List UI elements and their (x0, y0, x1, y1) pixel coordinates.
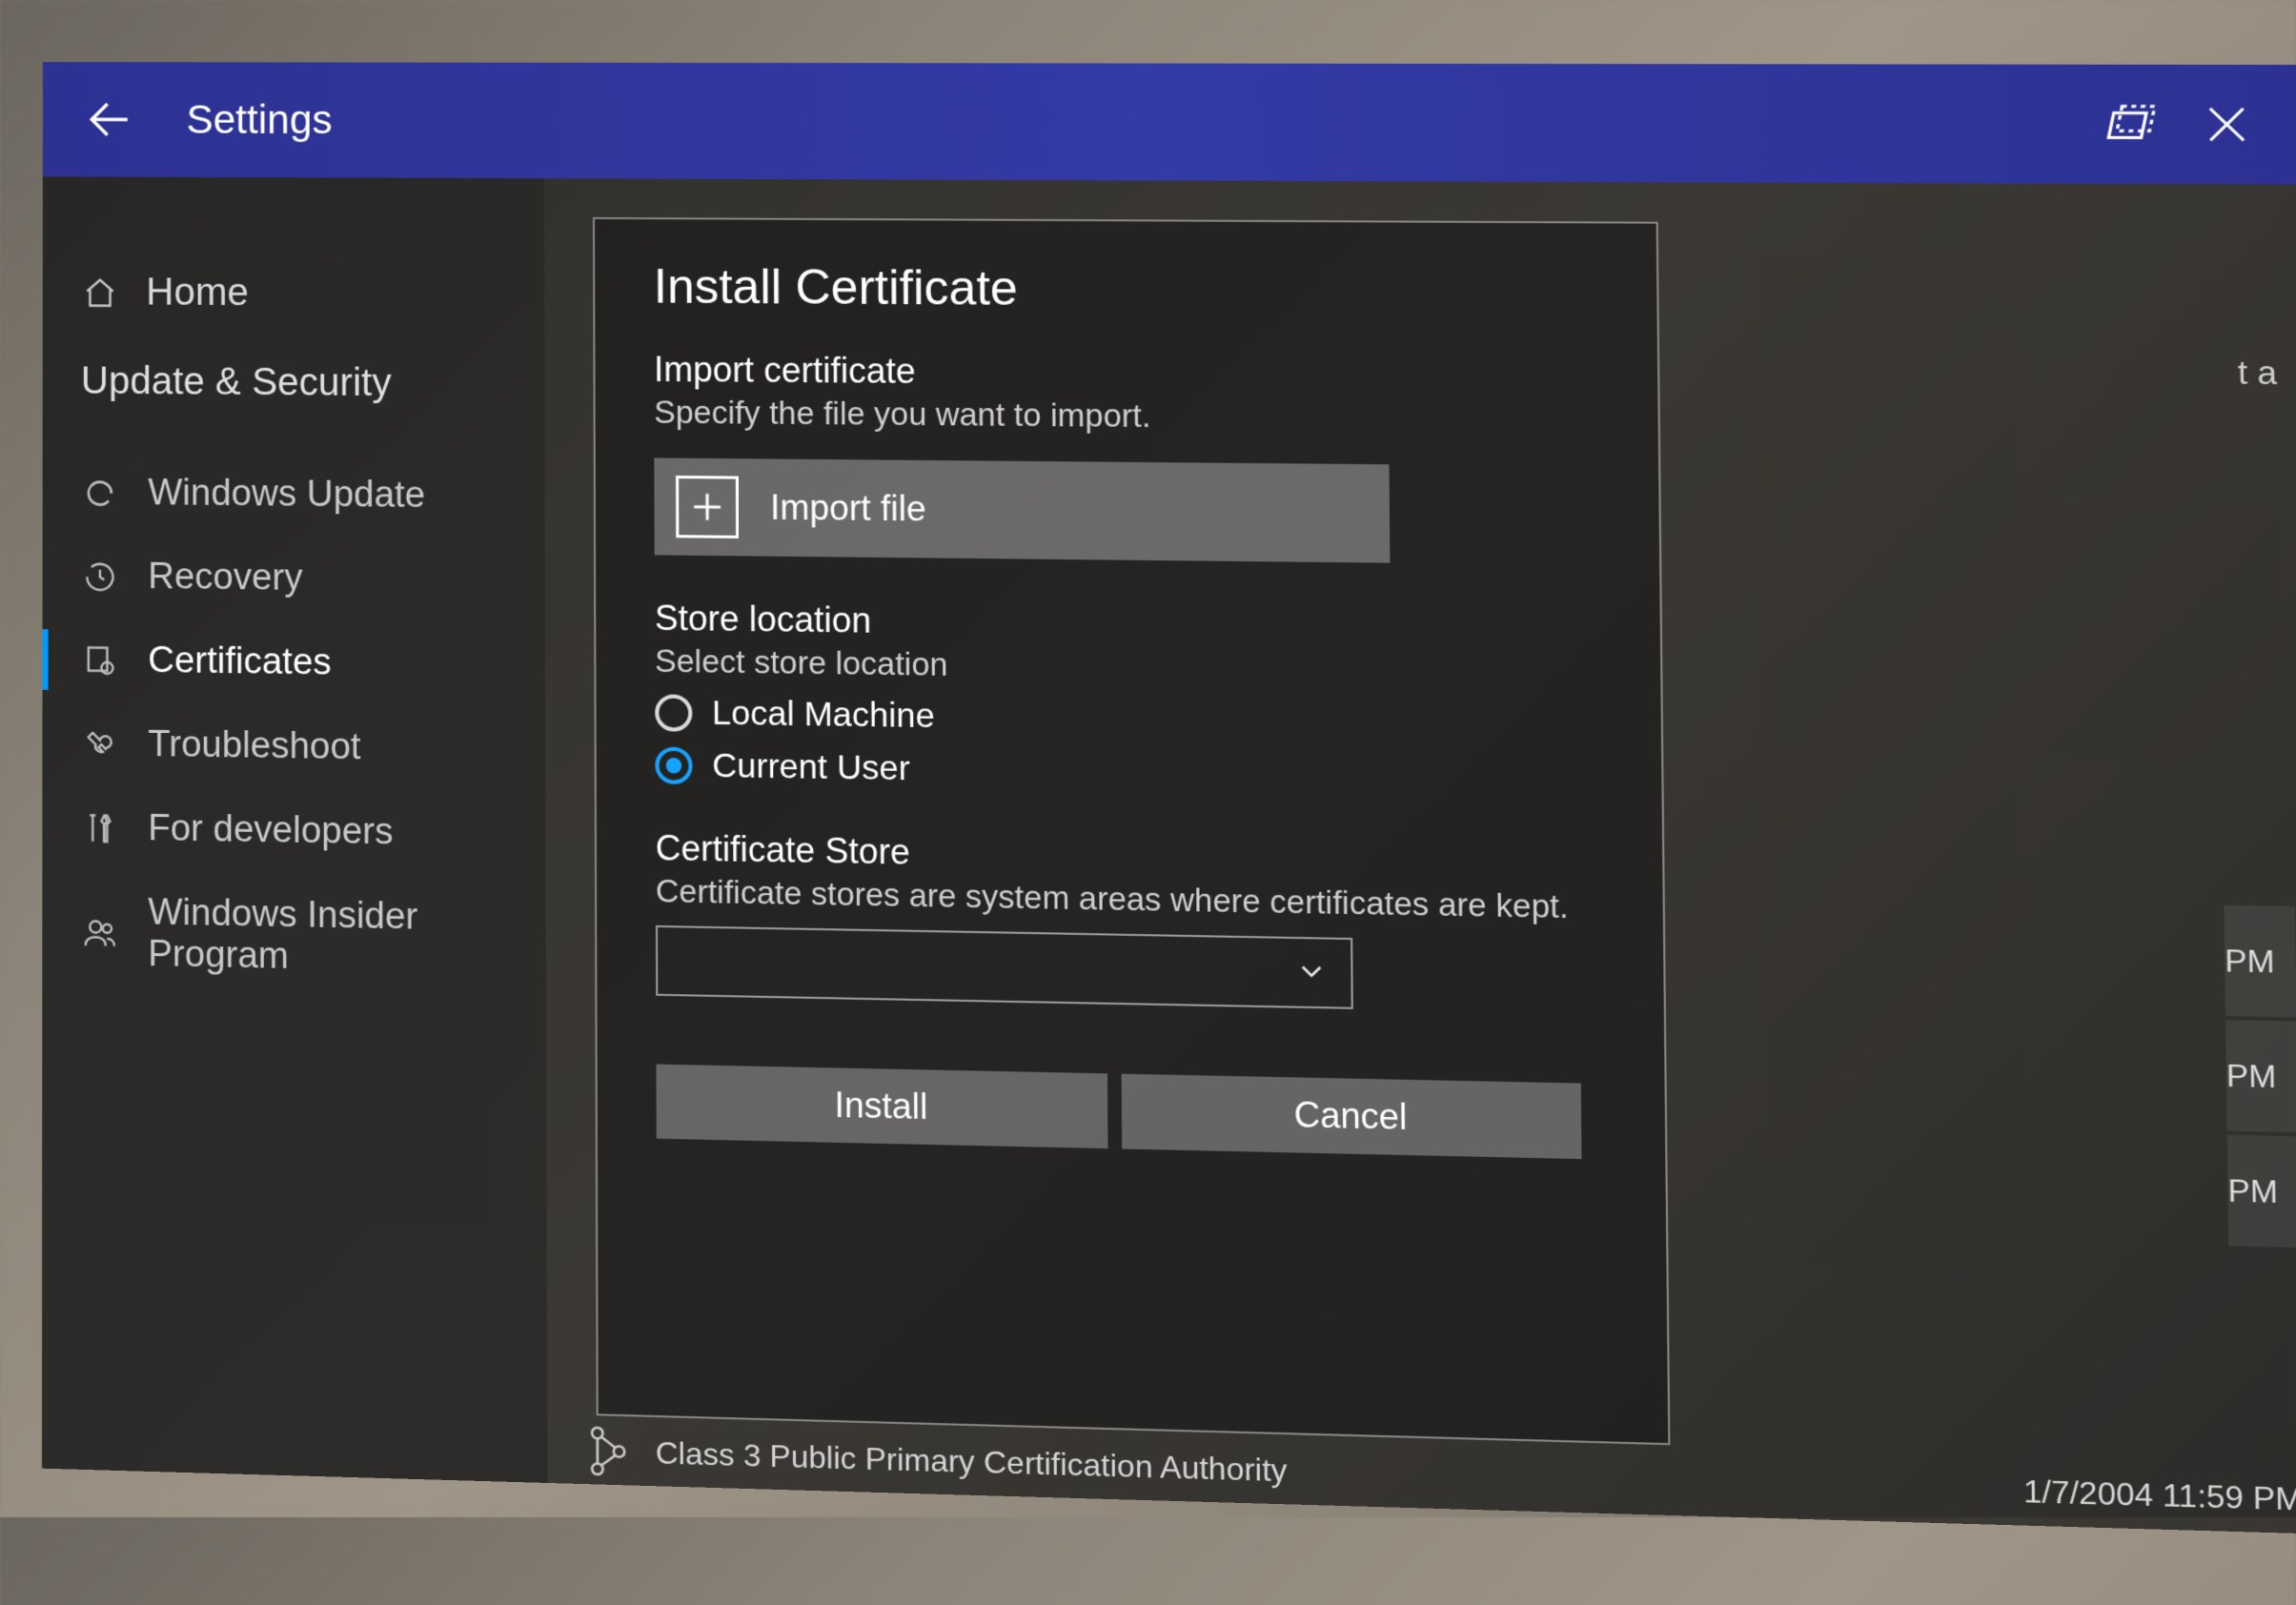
background-list-row: PM (2225, 1020, 2296, 1132)
radio-label: Local Machine (712, 694, 935, 736)
app-title: Settings (186, 96, 2087, 148)
sidebar-item-troubleshoot[interactable]: Troubleshoot (42, 701, 545, 793)
sidebar-section-label: Update & Security (43, 331, 545, 416)
sidebar-item-label: Windows Insider Program (148, 892, 457, 982)
background-list-row: PM (2227, 1135, 2296, 1248)
background-text-fragment: t a (2238, 354, 2278, 393)
cancel-button[interactable]: Cancel (1122, 1074, 1582, 1159)
sidebar-home[interactable]: Home (43, 254, 544, 335)
wrench-icon (81, 724, 119, 763)
sidebar-item-certificates[interactable]: Certificates (43, 618, 546, 708)
sidebar-item-windows-update[interactable]: Windows Update (43, 451, 545, 539)
people-icon (81, 913, 119, 952)
import-file-button[interactable]: Import file (654, 457, 1390, 562)
background-cert-date: 1/7/2004 11:59 PM (2023, 1473, 2296, 1518)
radio-local-machine[interactable]: Local Machine (655, 693, 1600, 745)
back-button[interactable] (71, 81, 148, 157)
tools-icon (81, 808, 119, 847)
cancel-button-label: Cancel (1293, 1094, 1407, 1138)
history-icon (81, 557, 119, 596)
radio-current-user[interactable]: Current User (655, 746, 1600, 800)
close-button[interactable] (2180, 85, 2274, 165)
install-button-label: Install (834, 1085, 927, 1128)
background-list-row: PM (2224, 905, 2296, 1018)
cert-store-dropdown[interactable] (656, 925, 1353, 1009)
dialog-title: Install Certificate (654, 258, 1596, 320)
titlebar: Settings (43, 62, 2296, 185)
background-cert-name: Class 3 Public Primary Certification Aut… (656, 1434, 1997, 1509)
sidebar-item-label: Windows Update (148, 473, 425, 517)
sidebar-item-label: Recovery (148, 557, 302, 599)
store-location-label: Store location (655, 598, 1599, 650)
sidebar-item-label: For developers (148, 808, 393, 854)
settings-window: Settings (42, 62, 2296, 1534)
sidebar: Home Update & Security Windows Update (42, 176, 547, 1483)
window-follow-button[interactable] (2086, 85, 2181, 165)
sync-icon (81, 474, 119, 513)
install-certificate-dialog: Install Certificate Import certificate S… (593, 217, 1670, 1445)
import-file-label: Import file (770, 487, 926, 530)
sidebar-item-label: Certificates (148, 640, 331, 684)
chevron-down-icon (1296, 955, 1327, 990)
main-content: t a PM PM PM Class 3 Public Primary Cert (544, 178, 2296, 1534)
store-location-sublabel: Select store location (655, 642, 1599, 692)
cert-chain-icon (586, 1421, 630, 1481)
radio-ring-icon (655, 694, 692, 731)
install-button[interactable]: Install (656, 1065, 1107, 1149)
radio-ring-icon (655, 747, 692, 784)
background-list: PM PM PM (2224, 905, 2296, 1252)
sidebar-item-recovery[interactable]: Recovery (43, 534, 545, 623)
sidebar-item-label: Troubleshoot (148, 724, 360, 769)
radio-label: Current User (712, 746, 910, 788)
plus-icon (676, 476, 739, 538)
import-label: Import certificate (654, 349, 1596, 396)
sidebar-item-for-developers[interactable]: For developers (42, 785, 545, 878)
home-icon (81, 273, 119, 311)
sidebar-item-windows-insider[interactable]: Windows Insider Program (42, 869, 546, 1005)
sidebar-home-label: Home (146, 271, 249, 315)
import-sublabel: Specify the file you want to import. (654, 394, 1597, 438)
certificate-icon (81, 640, 119, 680)
